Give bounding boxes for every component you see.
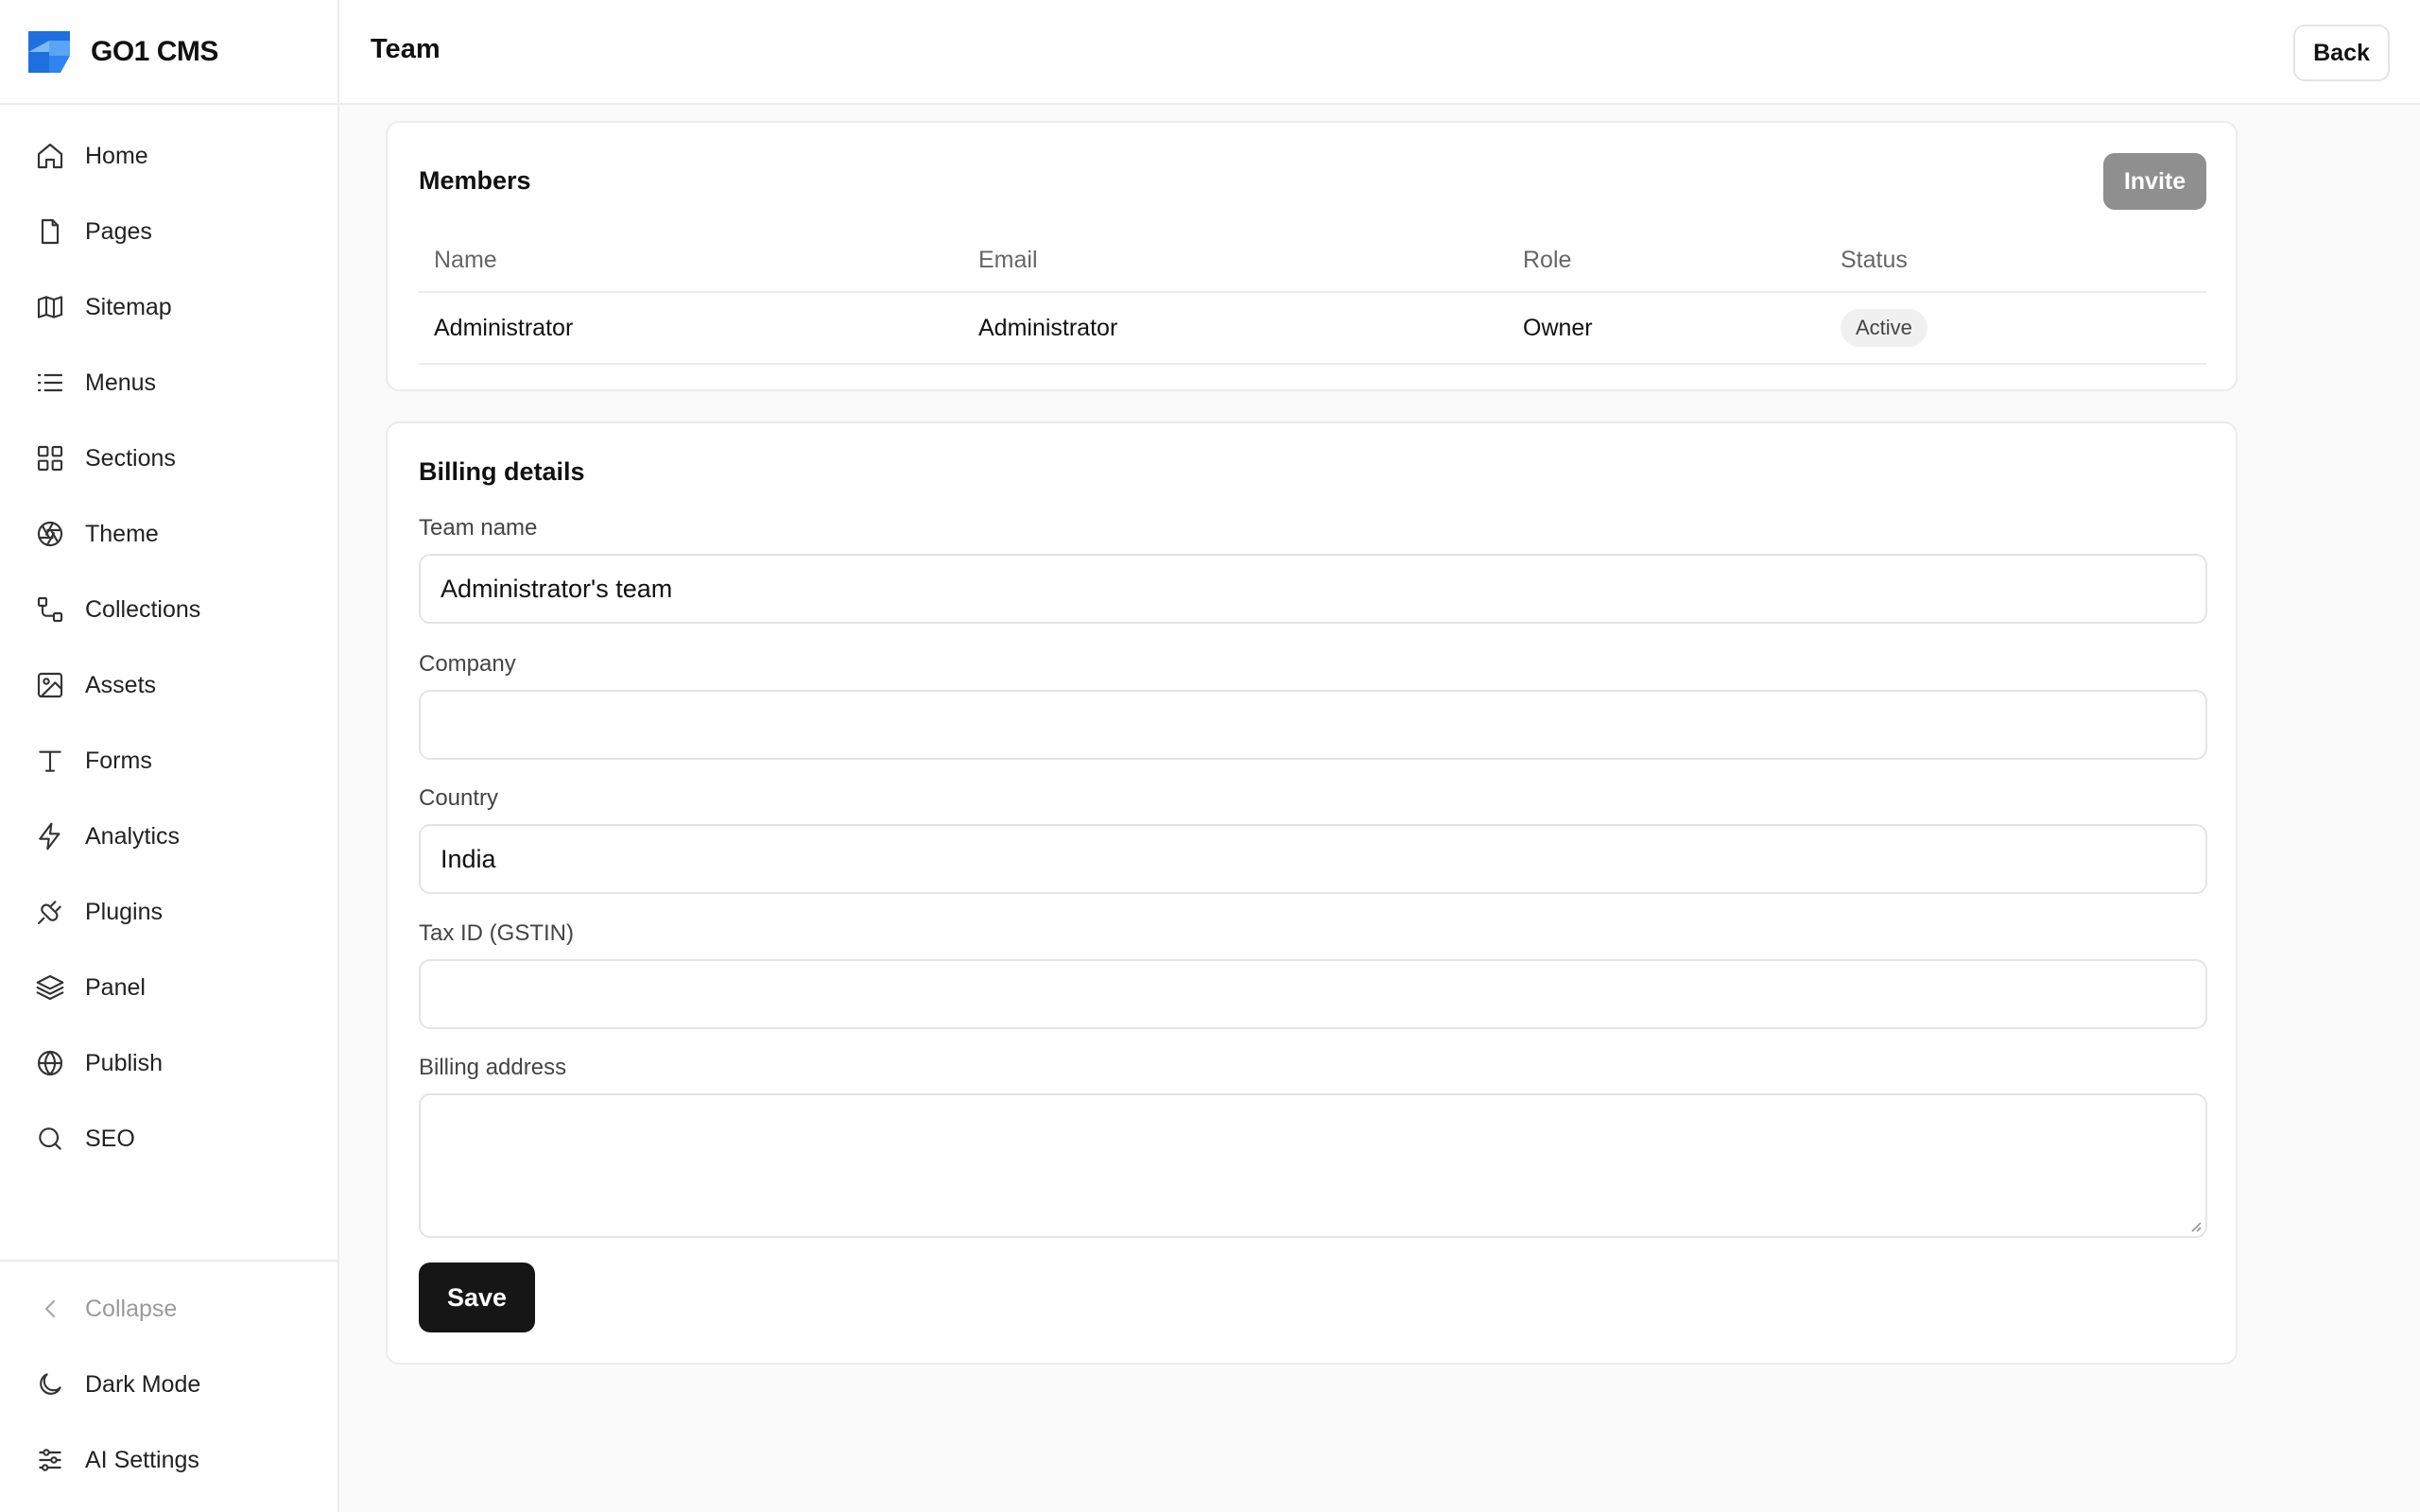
- column-header-role[interactable]: Role: [1523, 247, 1571, 274]
- sidebar-item-sitemap[interactable]: Sitemap: [0, 269, 337, 345]
- sidebar-item-panel[interactable]: Panel: [0, 950, 337, 1025]
- top-bar: Team Back: [339, 0, 2420, 105]
- page-title: Team: [371, 34, 441, 64]
- member-role: Owner: [1523, 314, 1593, 341]
- save-button[interactable]: Save: [419, 1263, 535, 1332]
- sidebar-item-label: Home: [85, 142, 148, 169]
- billing-address-textarea[interactable]: [419, 1093, 2207, 1238]
- sidebar-item-pages[interactable]: Pages: [0, 194, 337, 269]
- back-button[interactable]: Back: [2293, 25, 2390, 81]
- sidebar-item-label: Sections: [85, 444, 176, 472]
- members-table: Name Email Role Status Administrator Adm…: [419, 229, 2206, 365]
- aperture-icon: [34, 518, 66, 550]
- sidebar-item-label: Theme: [85, 520, 159, 547]
- collapse-label: Collapse: [85, 1295, 178, 1322]
- brand-name: GO1 CMS: [91, 35, 218, 67]
- billing-card: Billing details Team name Administrator'…: [386, 421, 2238, 1365]
- billing-title: Billing details: [419, 457, 585, 486]
- invite-button[interactable]: Invite: [2103, 153, 2206, 210]
- tax-id-label: Tax ID (GSTIN): [419, 920, 575, 946]
- type-icon: [34, 745, 66, 777]
- sidebar-item-home[interactable]: Home: [0, 118, 337, 194]
- sidebar-item-label: Plugins: [85, 898, 163, 925]
- column-header-email[interactable]: Email: [978, 247, 1038, 274]
- sidebar-item-menus[interactable]: Menus: [0, 345, 337, 421]
- country-input[interactable]: India: [419, 824, 2207, 894]
- sidebar-item-label: Analytics: [85, 822, 181, 850]
- column-header-name[interactable]: Name: [434, 247, 497, 274]
- globe-icon: [34, 1047, 66, 1079]
- go1-logo-icon: [28, 30, 70, 73]
- sidebar-item-label: Pages: [85, 217, 152, 245]
- company-input[interactable]: [419, 690, 2207, 760]
- ai-settings-label: AI Settings: [85, 1446, 199, 1473]
- team-name-label: Team name: [419, 515, 538, 541]
- resize-handle-icon[interactable]: [2188, 1219, 2202, 1232]
- sidebar-item-collections[interactable]: Collections: [0, 572, 337, 647]
- workflow-icon: [34, 593, 66, 626]
- sidebar-item-label: Menus: [85, 369, 157, 396]
- home-icon: [34, 140, 66, 172]
- layers-icon: [34, 971, 66, 1004]
- sidebar-item-label: Forms: [85, 747, 152, 774]
- sidebar: GO1 CMS Home Pages Sitemap Menus Section…: [0, 0, 339, 1512]
- members-card: Members Invite Name Email Role Status Ad…: [386, 121, 2238, 391]
- grid-icon: [34, 442, 66, 474]
- sidebar-footer: Collapse Dark Mode AI Settings: [0, 1260, 337, 1498]
- list-icon: [34, 367, 66, 399]
- sidebar-item-forms[interactable]: Forms: [0, 723, 337, 799]
- map-icon: [34, 291, 66, 323]
- sidebar-item-analytics[interactable]: Analytics: [0, 799, 337, 874]
- sidebar-item-label: Collections: [85, 595, 201, 623]
- company-label: Company: [419, 651, 516, 677]
- tax-id-input[interactable]: [419, 959, 2207, 1029]
- dark-mode-label: Dark Mode: [85, 1370, 201, 1398]
- member-name: Administrator: [434, 314, 574, 341]
- dark-mode-toggle[interactable]: Dark Mode: [0, 1347, 337, 1422]
- search-icon: [34, 1123, 66, 1155]
- member-email: Administrator: [978, 314, 1118, 341]
- sidebar-item-theme[interactable]: Theme: [0, 496, 337, 572]
- sidebar-item-label: Publish: [85, 1049, 163, 1076]
- status-badge: Active: [1841, 309, 1927, 347]
- team-name-input[interactable]: Administrator's team: [419, 554, 2207, 624]
- table-row[interactable]: Administrator Administrator Owner Active: [419, 293, 2206, 365]
- file-icon: [34, 215, 66, 248]
- plug-icon: [34, 896, 66, 928]
- zap-icon: [34, 820, 66, 852]
- sidebar-item-assets[interactable]: Assets: [0, 647, 337, 723]
- country-label: Country: [419, 785, 499, 811]
- moon-icon: [34, 1368, 66, 1400]
- sidebar-item-sections[interactable]: Sections: [0, 421, 337, 496]
- billing-address-label: Billing address: [419, 1055, 567, 1080]
- sliders-icon: [34, 1444, 66, 1476]
- members-title: Members: [419, 166, 531, 195]
- column-header-status[interactable]: Status: [1841, 247, 1908, 274]
- table-header: Name Email Role Status: [419, 229, 2206, 293]
- sidebar-nav: Home Pages Sitemap Menus Sections Theme …: [0, 105, 337, 1177]
- chevron-left-icon: [34, 1293, 66, 1325]
- sidebar-item-label: SEO: [85, 1125, 135, 1152]
- image-icon: [34, 669, 66, 701]
- sidebar-item-label: Panel: [85, 973, 146, 1001]
- brand[interactable]: GO1 CMS: [0, 0, 337, 105]
- sidebar-item-plugins[interactable]: Plugins: [0, 874, 337, 950]
- ai-settings-button[interactable]: AI Settings: [0, 1422, 337, 1498]
- sidebar-item-label: Assets: [85, 671, 157, 698]
- sidebar-item-label: Sitemap: [85, 293, 172, 320]
- sidebar-item-seo[interactable]: SEO: [0, 1101, 337, 1177]
- sidebar-item-publish[interactable]: Publish: [0, 1025, 337, 1101]
- collapse-button[interactable]: Collapse: [0, 1271, 337, 1347]
